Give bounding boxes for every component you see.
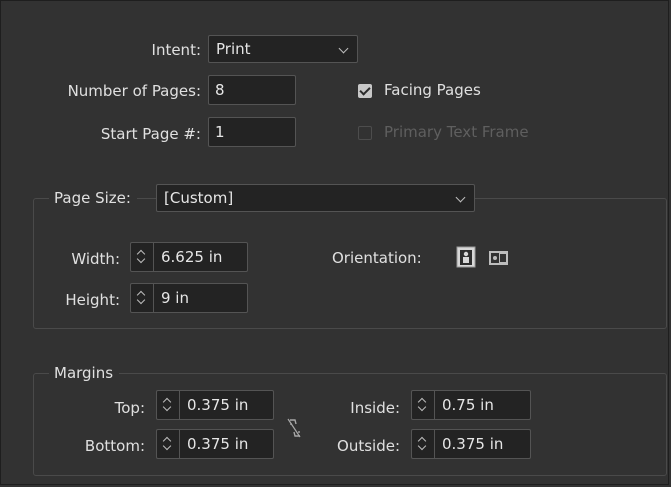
margin-bottom-label: Bottom: (84, 437, 145, 455)
margins-group (33, 373, 667, 476)
intent-label: Intent: (151, 41, 201, 59)
start-page-input[interactable]: 1 (208, 117, 296, 147)
height-label: Height: (65, 291, 120, 309)
margin-outside-input[interactable]: 0.375 in (411, 429, 531, 459)
margin-inside-value: 0.75 in (442, 396, 494, 414)
width-value: 6.625 in (161, 248, 223, 266)
height-stepper[interactable] (131, 284, 154, 312)
chevron-down-icon (338, 43, 349, 54)
page-size-select[interactable]: [Custom] (156, 184, 475, 212)
page-size-value: [Custom] (164, 189, 234, 207)
page-size-label: Page Size: (49, 189, 137, 207)
margin-bottom-value: 0.375 in (187, 435, 249, 453)
margins-legend: Margins (49, 364, 120, 382)
margin-top-label: Top: (114, 399, 145, 417)
number-of-pages-label: Number of Pages: (67, 82, 201, 100)
height-value: 9 in (161, 289, 189, 307)
margin-top-value: 0.375 in (187, 396, 249, 414)
chevron-down-icon (162, 402, 172, 412)
broken-link-icon[interactable] (285, 417, 305, 439)
chevron-down-icon (455, 192, 466, 203)
chevron-down-icon (162, 441, 172, 451)
margin-outside-label: Outside: (337, 437, 400, 455)
intent-value: Print (216, 40, 251, 58)
margin-outside-stepper[interactable] (412, 430, 435, 458)
facing-pages-label[interactable]: Facing Pages (384, 81, 481, 99)
width-label: Width: (71, 250, 120, 268)
new-document-dialog: Intent: Print Number of Pages: 8 Facing … (0, 0, 669, 485)
primary-text-frame-label: Primary Text Frame (384, 123, 529, 141)
height-input[interactable]: 9 in (130, 283, 248, 313)
facing-pages-checkbox[interactable] (358, 84, 372, 98)
margin-inside-stepper[interactable] (412, 391, 435, 419)
margin-inside-label: Inside: (350, 399, 400, 417)
intent-select[interactable]: Print (208, 35, 358, 63)
chevron-down-icon (417, 402, 427, 412)
margin-outside-value: 0.375 in (442, 435, 504, 453)
chevron-down-icon (417, 441, 427, 451)
margin-inside-input[interactable]: 0.75 in (411, 390, 531, 420)
checkmark-icon (359, 84, 371, 96)
margin-bottom-input[interactable]: 0.375 in (156, 429, 274, 459)
margin-top-input[interactable]: 0.375 in (156, 390, 274, 420)
primary-text-frame-checkbox[interactable] (358, 126, 372, 140)
start-page-label: Start Page #: (100, 125, 201, 143)
chevron-down-icon (136, 254, 146, 264)
portrait-orientation-icon[interactable] (456, 246, 476, 268)
number-of-pages-input[interactable]: 8 (208, 75, 296, 105)
landscape-orientation-icon[interactable] (489, 249, 509, 267)
margin-bottom-stepper[interactable] (157, 430, 180, 458)
margin-top-stepper[interactable] (157, 391, 180, 419)
width-input[interactable]: 6.625 in (130, 242, 248, 272)
chevron-down-icon (136, 295, 146, 305)
orientation-label: Orientation: (332, 249, 422, 267)
width-stepper[interactable] (131, 243, 154, 271)
